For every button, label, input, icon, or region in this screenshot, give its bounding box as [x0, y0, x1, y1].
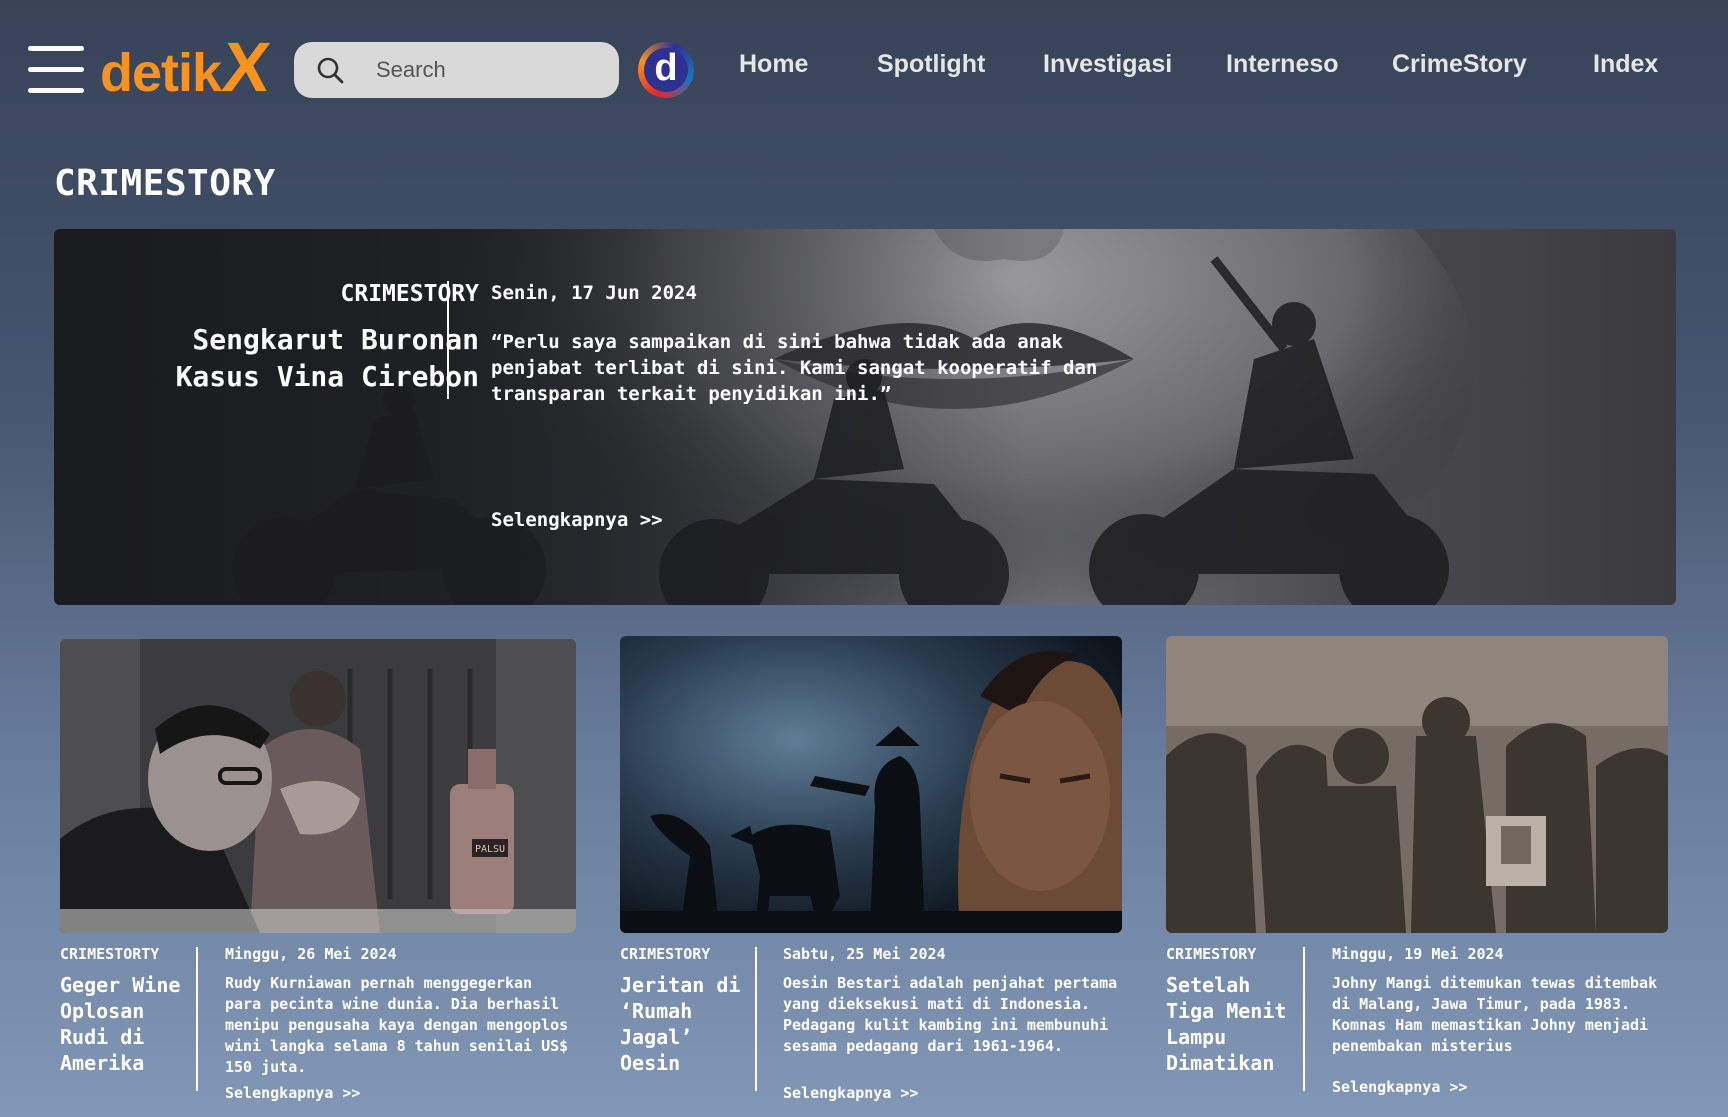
nav-interneso[interactable]: Interneso: [1226, 50, 1339, 79]
hero-heading-block: CRIMESTORY Sengkarut Buronan Kasus Vina …: [159, 281, 479, 395]
card-2-date: Sabtu, 25 Mei 2024: [783, 945, 946, 963]
card-1-illustration: PALSU: [60, 639, 576, 933]
card-2-illustration: [620, 636, 1122, 933]
card-1-kicker: CRIMESTORTY: [60, 945, 160, 963]
card-3-image[interactable]: [1166, 636, 1668, 933]
card-2-image[interactable]: [620, 636, 1122, 933]
site-header: detik X d Home Spotlight Investigasi Int…: [0, 0, 1728, 140]
hero-quote: “Perlu saya sampaikan di sini bahwa tida…: [491, 331, 1098, 405]
card-3-divider: [1303, 947, 1305, 1091]
card-1-read-more-link[interactable]: Selengkapnya >>: [225, 1084, 360, 1102]
search-icon[interactable]: [316, 56, 344, 84]
search-input[interactable]: [376, 52, 596, 88]
card-3-read-more-link[interactable]: Selengkapnya >>: [1332, 1078, 1467, 1096]
card-3-kicker: CRIMESTORY: [1166, 945, 1257, 963]
nav-investigasi[interactable]: Investigasi: [1043, 50, 1172, 79]
card-2-kicker: CRIMESTORY: [620, 945, 711, 963]
card-1-date: Minggu, 26 Mei 2024: [225, 945, 397, 963]
hero-divider: [447, 281, 449, 399]
hero-title[interactable]: Sengkarut Buronan Kasus Vina Cirebon: [159, 321, 479, 395]
card-3-summary: Johny Mangi ditemukan tewas ditembak di …: [1332, 974, 1658, 1055]
logo-text: detik: [100, 43, 222, 103]
nav-crimestory[interactable]: CrimeStory: [1392, 50, 1527, 79]
card-2-divider: [755, 947, 757, 1091]
card-1-title[interactable]: Geger Wine Oplosan Rudi di Amerika: [60, 972, 196, 1076]
card-1-divider: [196, 947, 198, 1091]
card-1-bottle-label: PALSU: [475, 844, 505, 855]
nav-home[interactable]: Home: [739, 50, 808, 79]
hamburger-menu-icon[interactable]: [28, 46, 84, 94]
card-3-title[interactable]: Setelah Tiga Menit Lampu Dimatikan: [1166, 972, 1302, 1076]
card-1-image[interactable]: PALSU: [60, 639, 576, 933]
page-title: CRIMESTORY: [54, 163, 276, 204]
hero-kicker: CRIMESTORY: [340, 281, 479, 307]
card-2-read-more-link[interactable]: Selengkapnya >>: [783, 1084, 918, 1102]
hero-read-more-link[interactable]: Selengkapnya >>: [491, 509, 663, 531]
hero-date: Senin, 17 Jun 2024: [491, 282, 697, 304]
card-2-title[interactable]: Jeritan di ‘Rumah Jagal’ Oesin: [620, 972, 756, 1076]
card-1-summary: Rudy Kurniawan pernah menggegerkan para …: [225, 974, 569, 1076]
logo-x-mark: X: [218, 28, 274, 106]
card-3-photo: [1166, 636, 1668, 933]
hero-feature[interactable]: CRIMESTORY Sengkarut Buronan Kasus Vina …: [54, 229, 1676, 605]
detik-d-logo[interactable]: d: [638, 42, 694, 98]
card-3-date: Minggu, 19 Mei 2024: [1332, 945, 1504, 963]
detikx-logo[interactable]: detik X: [100, 28, 274, 106]
detik-d-letter: d: [644, 48, 688, 92]
search-bar[interactable]: [294, 42, 619, 98]
nav-index[interactable]: Index: [1593, 50, 1658, 79]
nav-spotlight[interactable]: Spotlight: [877, 50, 985, 79]
card-2-summary: Oesin Bestari adalah penjahat pertama ya…: [783, 974, 1118, 1055]
